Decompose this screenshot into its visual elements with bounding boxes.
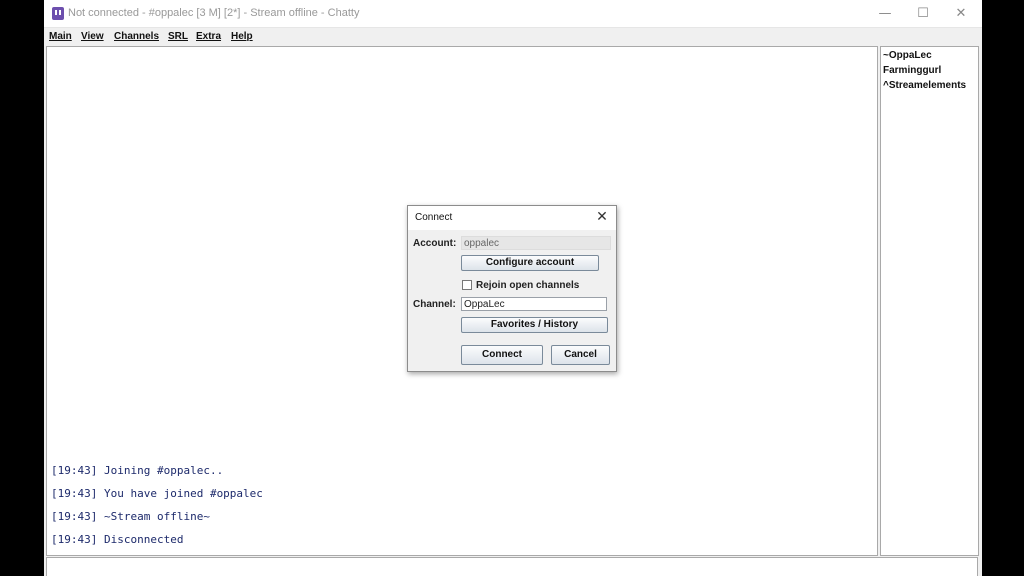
configure-account-button[interactable]: Configure account: [461, 255, 599, 271]
chat-messages: [19:43] Joining #oppalec.. [19:43] You h…: [51, 463, 263, 555]
menu-channels[interactable]: Channels: [114, 31, 159, 42]
chat-line: [19:43] ~Stream offline~: [51, 510, 210, 523]
account-field: oppalec: [461, 236, 611, 250]
minimize-button[interactable]: —: [866, 0, 904, 27]
menu-srl[interactable]: SRL: [168, 31, 188, 42]
rejoin-channels-label[interactable]: Rejoin open channels: [476, 280, 579, 291]
user-list-item[interactable]: ~OppaLec: [883, 50, 932, 61]
dialog-close-button[interactable]: ✕: [594, 209, 610, 225]
dialog-title: Connect: [415, 212, 453, 223]
twitch-app-icon: [52, 7, 64, 20]
channel-input[interactable]: OppaLec: [461, 297, 607, 311]
window-title: Not connected - #oppalec [3 M] [2*] - St…: [68, 7, 360, 19]
channel-label: Channel:: [413, 299, 456, 310]
menu-extra[interactable]: Extra: [196, 31, 221, 42]
menu-main[interactable]: Main: [49, 31, 72, 42]
user-list-item[interactable]: ^Streamelements: [883, 80, 966, 91]
rejoin-channels-checkbox[interactable]: [462, 280, 472, 290]
maximize-button[interactable]: ☐: [904, 0, 942, 27]
chat-line: [19:43] Joining #oppalec..: [51, 464, 224, 477]
user-list[interactable]: ~OppaLec Farminggurl ^Streamelements: [880, 46, 979, 556]
user-list-item[interactable]: Farminggurl: [883, 65, 941, 76]
menu-bar: Main View Channels SRL Extra Help: [44, 28, 982, 46]
chat-line: [19:43] Disconnected: [51, 533, 184, 546]
menu-view[interactable]: View: [81, 31, 104, 42]
connect-button[interactable]: Connect: [461, 345, 543, 365]
favorites-history-button[interactable]: Favorites / History: [461, 317, 608, 333]
account-label: Account:: [413, 238, 457, 249]
cancel-button[interactable]: Cancel: [551, 345, 610, 365]
close-window-button[interactable]: ✕: [942, 0, 980, 27]
dialog-title-bar: Connect ✕: [408, 206, 616, 230]
chat-line: [19:43] You have joined #oppalec: [51, 487, 263, 500]
connect-dialog: Connect ✕ Account: oppalec Configure acc…: [407, 205, 617, 372]
menu-help[interactable]: Help: [231, 31, 253, 42]
title-bar: Not connected - #oppalec [3 M] [2*] - St…: [44, 0, 982, 28]
message-input[interactable]: [46, 557, 978, 576]
